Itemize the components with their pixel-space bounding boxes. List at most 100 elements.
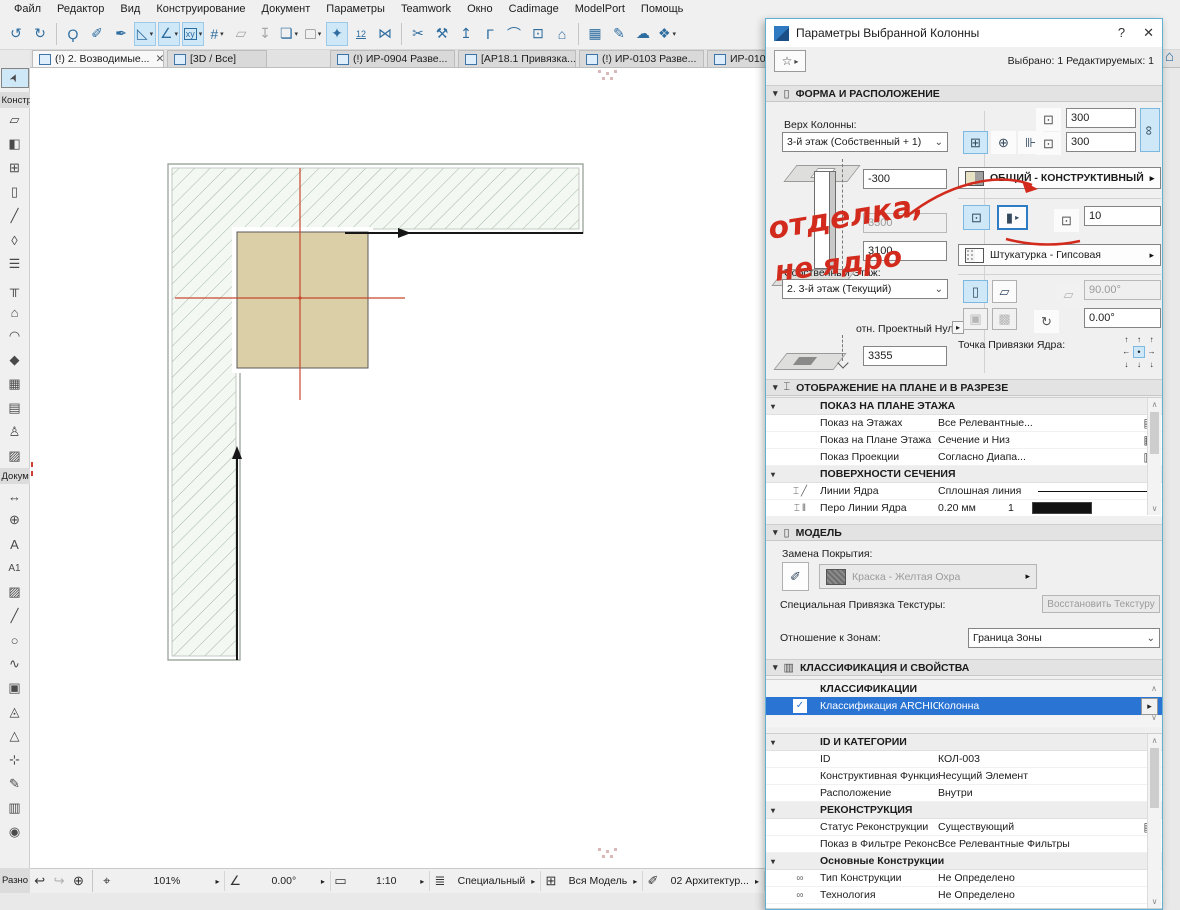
selected-column[interactable]: [237, 232, 368, 368]
tab-ap18[interactable]: [АР18.1 Привязка...: [458, 50, 576, 67]
favorites-button[interactable]: ☆▸: [774, 50, 806, 72]
section-plan-display[interactable]: ▾⌶ ОТОБРАЖЕНИЕ НА ПЛАНЕ И В РАЗРЕЗЕ: [766, 379, 1162, 396]
pen-set-icon[interactable]: ✐: [643, 871, 662, 891]
window-tool[interactable]: ⊞: [1, 156, 29, 180]
mesh-tool[interactable]: ▦: [1, 372, 29, 396]
list-item[interactable]: ⌶╱ Линии Ядра Сплошная линия: [766, 483, 1162, 500]
menu-view[interactable]: Вид: [112, 1, 148, 17]
toolbox-group-design[interactable]: Констр: [0, 92, 30, 108]
tab-ir-0904[interactable]: (!) ИР-0904 Разве...: [330, 50, 455, 67]
transform-icon[interactable]: ▦: [584, 22, 606, 46]
anchor-mode-core-button[interactable]: ⊞: [963, 131, 988, 154]
menu-design[interactable]: Конструирование: [148, 1, 253, 17]
worksheet-tool[interactable]: ▥: [1, 796, 29, 820]
orientation-control[interactable]: 0.00°▸: [245, 871, 331, 891]
snap-grid-toggle[interactable]: #▾: [206, 22, 228, 46]
layer-combination-icon[interactable]: ≣: [430, 871, 449, 891]
camera-tool[interactable]: ◉: [1, 820, 29, 844]
veneer-core-button[interactable]: ⊡: [963, 205, 990, 230]
veneer-material-button[interactable]: Штукатурка - Гипсовая▸: [958, 244, 1161, 266]
pick-parameters-icon[interactable]: ✐: [86, 22, 108, 46]
stair-tool[interactable]: ☰: [1, 252, 29, 276]
door-tool[interactable]: ◧: [1, 132, 29, 156]
group-toggle[interactable]: ❏▾: [278, 22, 300, 46]
detail-tool[interactable]: ✎: [1, 772, 29, 796]
fill-tool[interactable]: ▨: [1, 580, 29, 604]
stretch-icon[interactable]: ⋈: [374, 22, 396, 46]
list-subheader[interactable]: ▾ РЕКОНСТРУКЦИЯ: [766, 802, 1162, 819]
menu-modelport[interactable]: ModelPort: [567, 1, 633, 17]
list-item[interactable]: ID КОЛ-003: [766, 751, 1162, 768]
label-tool[interactable]: A1: [1, 556, 29, 580]
circle-tool[interactable]: ○: [1, 628, 29, 652]
resize-icon[interactable]: ⊡: [527, 22, 549, 46]
list-item[interactable]: ⌶‖ Перо Линии Ядра 0.20 мм 1: [766, 500, 1162, 517]
layer-combination-control[interactable]: Специальный▸: [450, 871, 542, 891]
core-width-input[interactable]: 300: [1066, 108, 1136, 128]
close-button[interactable]: ✕: [1143, 25, 1154, 41]
column-center-node[interactable]: [298, 296, 301, 299]
fillet-icon[interactable]: ⌒: [503, 22, 525, 46]
list-subheader[interactable]: ▾ Основные Конструкции: [766, 853, 1162, 870]
bottom-elevation-input[interactable]: 3355: [863, 346, 947, 366]
model-view-control[interactable]: Вся Модель▸: [561, 871, 644, 891]
toolbox-group-document[interactable]: Докум: [0, 468, 30, 484]
list-item[interactable]: ∞ Тип Конструкции Не Определено: [766, 870, 1162, 887]
menu-options[interactable]: Параметры: [318, 1, 393, 17]
menu-help[interactable]: Помощь: [633, 1, 692, 17]
section-shape-placement[interactable]: ▾▯ ФОРМА И РАСПОЛОЖЕНИЕ: [766, 85, 1162, 102]
split-icon[interactable]: ✂: [407, 22, 429, 46]
orientation-icon[interactable]: ∠: [225, 871, 244, 891]
surface-paint-button[interactable]: ✐: [782, 562, 809, 591]
slanted-column-button[interactable]: ▱: [992, 280, 1017, 303]
shell-tool[interactable]: ◠: [1, 324, 29, 348]
polyline-tool[interactable]: ∿: [1, 652, 29, 676]
dialog-title-bar[interactable]: Параметры Выбранной Колонны ? ✕: [766, 19, 1162, 47]
curtain-wall-tool[interactable]: ▤: [1, 396, 29, 420]
veneer-finish-button[interactable]: ▮▸: [997, 205, 1028, 230]
home-story-select[interactable]: 2. 3-й этаж (Текущий)⌄: [782, 279, 948, 299]
list-item[interactable]: Конструктивная Функция Несущий Элемент: [766, 768, 1162, 785]
elevation-home-icon[interactable]: ⌂: [551, 22, 573, 46]
menu-file[interactable]: Файл: [6, 1, 49, 17]
text-tool[interactable]: A: [1, 532, 29, 556]
tab-3d-all[interactable]: [3D / Все]: [167, 50, 267, 67]
proportional-chain-button[interactable]: ∞: [1140, 108, 1160, 152]
fit-in-window-icon[interactable]: ⌖: [97, 871, 116, 891]
line-tool[interactable]: ╱: [1, 604, 29, 628]
magic-wand-toggle[interactable]: ✦: [326, 22, 348, 46]
railing-tool[interactable]: ╥: [1, 276, 29, 300]
zone-tool[interactable]: ▨: [1, 444, 29, 468]
column-tool[interactable]: ▯: [1, 180, 29, 204]
dimension-tool[interactable]: ↔: [1, 484, 29, 508]
wall-tool[interactable]: ▱: [1, 108, 29, 132]
level-dimension-tool[interactable]: ⊕: [1, 508, 29, 532]
model-view-icon[interactable]: ⊞: [541, 871, 560, 891]
object-tool[interactable]: ♙: [1, 420, 29, 444]
list-item[interactable]: Показ на Этажах Все Релевантные... ▤: [766, 415, 1162, 432]
list-subheader[interactable]: ▾ ПОВЕРХНОСТИ СЕЧЕНИЯ: [766, 466, 1162, 483]
cloud-save-icon[interactable]: ☁: [632, 22, 654, 46]
classification-scrollbar[interactable]: ∧ ∨: [1147, 680, 1161, 726]
guidelines-toggle[interactable]: ∠▾: [158, 22, 180, 46]
scale-icon[interactable]: ▭: [331, 871, 350, 891]
plan-list-scrollbar[interactable]: ∧ ∨: [1147, 398, 1161, 515]
tab-floor-plan[interactable]: (!) 2. Возводимые...✕: [32, 50, 164, 67]
redo-button[interactable]: ↻: [29, 22, 51, 46]
inject-parameters-icon[interactable]: ✒: [110, 22, 132, 46]
column-top-link-select[interactable]: 3-й этаж (Собственный + 1)⌄: [782, 132, 948, 152]
list-subheader[interactable]: ▾ ID И КАТЕГОРИИ: [766, 734, 1162, 751]
arrow-tool[interactable]: ➤: [1, 68, 29, 88]
zone-relation-select[interactable]: Граница Зоны⌄: [968, 628, 1160, 648]
menu-teamwork[interactable]: Teamwork: [393, 1, 459, 17]
elevation-tool[interactable]: △: [1, 724, 29, 748]
slab-tool[interactable]: ◊: [1, 228, 29, 252]
list-item[interactable]: ∞ Технология Не Определено: [766, 887, 1162, 904]
trim-icon[interactable]: ⚒: [431, 22, 453, 46]
figure-tool[interactable]: ▣: [1, 676, 29, 700]
list-item[interactable]: Расположение Внутри: [766, 785, 1162, 802]
surface-paint-icon[interactable]: ❖▾: [656, 22, 678, 46]
ruler-toggle[interactable]: ◺▾: [134, 22, 156, 46]
properties-scrollbar[interactable]: ∧ ∨: [1147, 734, 1161, 908]
top-offset-input[interactable]: -300: [863, 169, 947, 189]
